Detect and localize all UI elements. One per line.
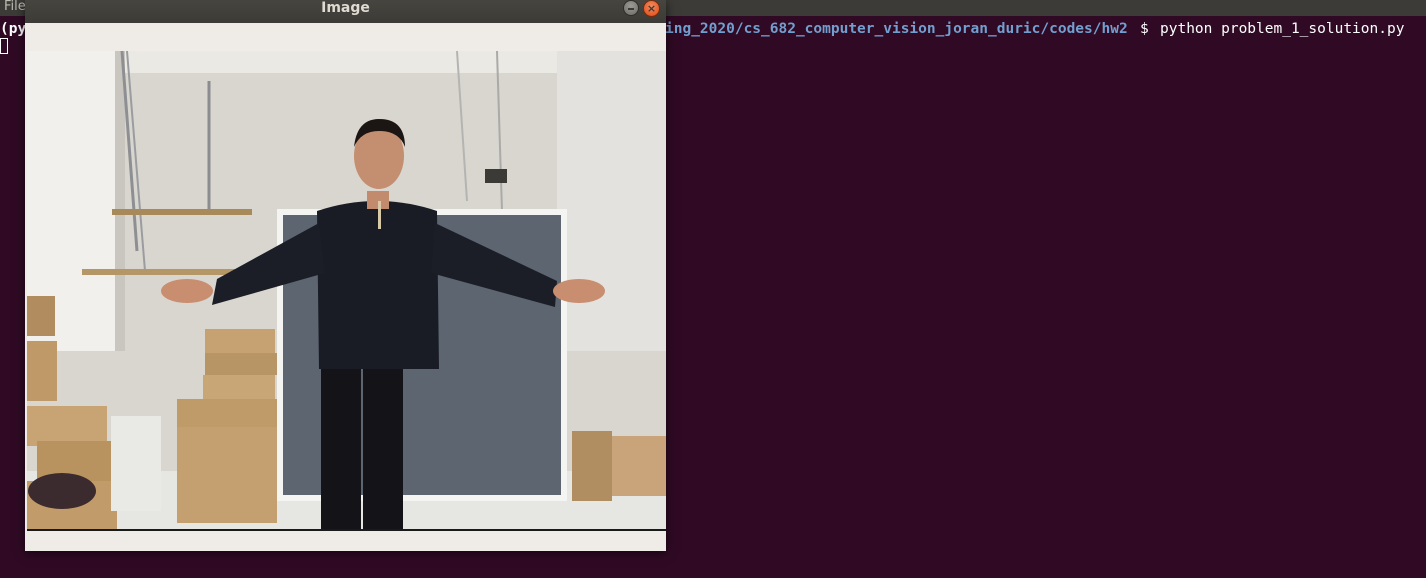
prompt-path: ing_2020/cs_682_computer_vision_joran_du… — [665, 21, 1128, 37]
minimize-icon — [628, 8, 634, 10]
terminal-menu-file[interactable]: File — [4, 0, 26, 14]
prompt-symbol: $ — [1140, 21, 1149, 37]
prompt-env-prefix: (py — [0, 21, 27, 37]
photo — [27, 51, 666, 529]
desktop: File (py ing_2020/cs_682_computer_vision… — [0, 0, 1426, 578]
photo-bottom-border — [27, 529, 666, 531]
image-canvas-area — [25, 23, 666, 551]
close-icon: × — [646, 2, 657, 15]
minimize-button[interactable] — [623, 0, 639, 16]
close-button[interactable]: × — [643, 0, 660, 17]
terminal-command: python problem_1_solution.py — [1160, 21, 1405, 37]
window-title: Image — [321, 0, 370, 16]
terminal-cursor — [0, 38, 8, 54]
window-titlebar[interactable]: Image × — [25, 0, 666, 23]
photo-illustration — [27, 51, 666, 529]
image-window[interactable]: Image × — [25, 0, 666, 551]
